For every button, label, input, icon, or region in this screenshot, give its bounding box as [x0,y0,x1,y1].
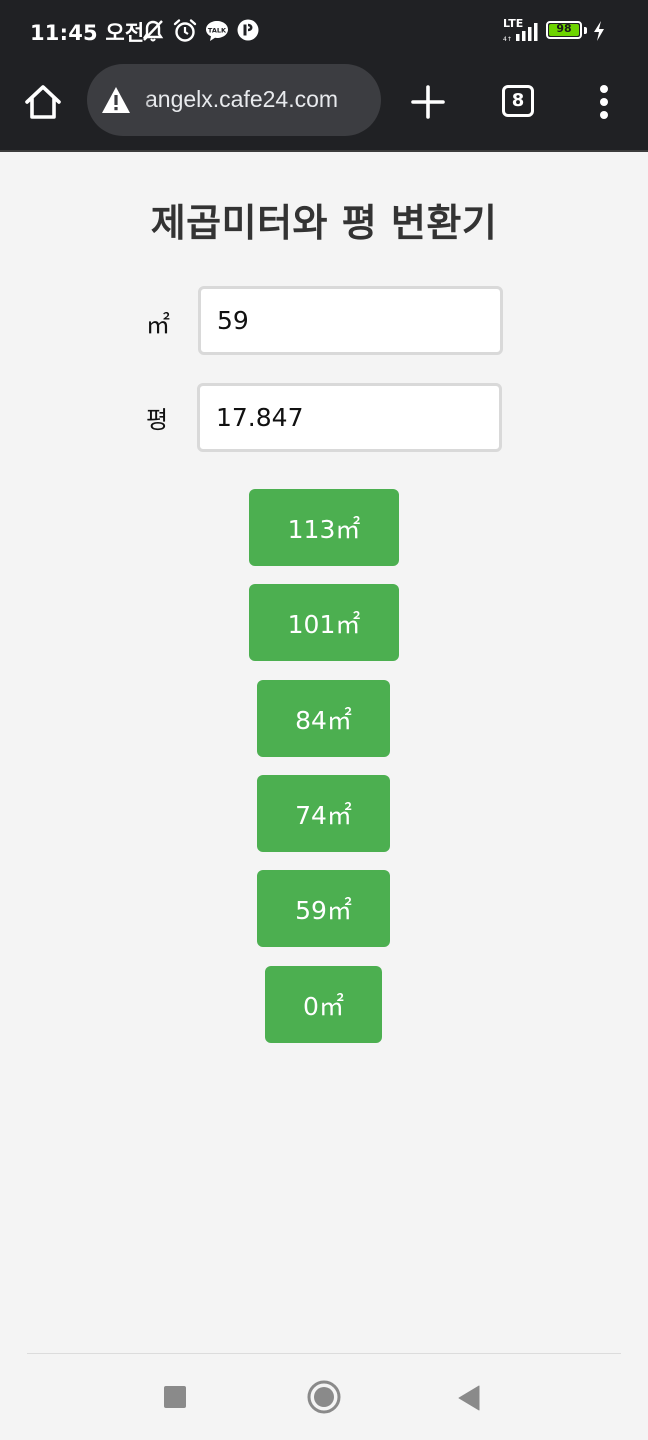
talk-icon: TALK [206,21,228,41]
battery-percent: 98 [556,22,572,35]
mute-notifications-icon [142,20,164,42]
charging-icon [594,21,604,41]
status-time: 11:45 오전 [30,21,145,45]
tabs-button[interactable]: 8 [502,85,534,117]
toolbar-divider [0,150,648,152]
nav-divider [27,1353,621,1354]
battery-nub [584,27,587,34]
svg-text:TALK: TALK [208,27,227,35]
preset-button-113[interactable]: 113㎡ [249,489,399,566]
alarm-icon [173,19,197,42]
preset-button-59[interactable]: 59㎡ [257,870,390,947]
back-icon[interactable] [457,1385,481,1411]
warning-icon[interactable] [101,86,131,114]
preset-button-74[interactable]: 74㎡ [257,775,390,852]
more-vert-icon[interactable] [592,82,616,122]
sqm-input[interactable] [198,286,503,355]
address-bar[interactable]: angelx.cafe24.com [87,64,381,136]
pyeong-input[interactable] [197,383,502,452]
home-icon[interactable] [22,81,64,123]
url-fade [135,64,151,136]
preset-button-101[interactable]: 101㎡ [249,584,399,661]
preset-button-84[interactable]: 84㎡ [257,680,390,757]
battery-indicator: 98 [546,21,582,39]
pyeong-label: 평 [146,406,169,434]
recents-icon[interactable] [163,1385,187,1409]
sqm-label: ㎡ [146,311,170,339]
page-title: 제곱미터와 평 변환기 [150,201,498,245]
home-circle-icon[interactable] [307,1380,341,1414]
status-right: LTE 4↑ 98 [500,17,620,44]
browser-toolbar: angelx.cafe24.com 8 [0,62,648,150]
svg-text:4↑: 4↑ [503,36,512,42]
plus-icon[interactable] [410,84,446,120]
app-notification-icon [237,19,259,41]
url-text[interactable]: angelx.cafe24.com [145,86,338,113]
signal-icon: 4↑ [503,23,538,42]
status-bar: 11:45 오전 TALK LTE 4↑ 98 [0,0,648,62]
preset-button-0[interactable]: 0㎡ [265,966,382,1043]
